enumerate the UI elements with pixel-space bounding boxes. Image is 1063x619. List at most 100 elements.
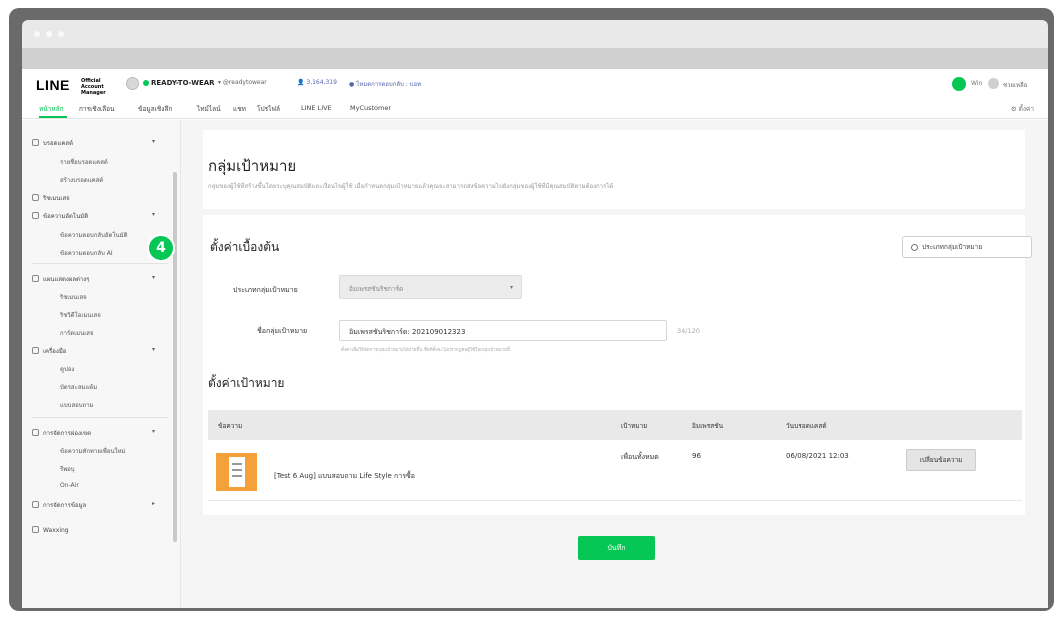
line-logo: LINE — [36, 77, 70, 93]
sidebar-scrollbar[interactable] — [173, 172, 177, 542]
sidebar-item-label: การจัดการผ่องเขต — [43, 430, 91, 437]
window-dot-maximize[interactable] — [58, 31, 64, 37]
target-name-label: ชื่อกลุ่มเป้าหมาย — [257, 327, 308, 335]
chevron-down-icon[interactable]: ▾ — [152, 428, 155, 435]
nav-settings[interactable]: ⚙ ตั้งค่า — [1011, 104, 1034, 114]
sidebar-item-label: ริชเมนเสจ — [43, 195, 70, 202]
main-nav: หน้าหลัก การเชิงเลือน ข้อมูลเชิงลึก ไทม์… — [22, 99, 1048, 119]
nav-profile[interactable]: โปรไฟล์ — [257, 104, 280, 114]
sidebar-item-coupon[interactable]: คูปอง — [60, 364, 74, 374]
clock-icon — [911, 243, 918, 251]
target-type-label: ประเภทกลุ่มเป้าหมาย — [233, 286, 298, 294]
message-thumbnail — [216, 453, 257, 491]
reply-icon — [32, 212, 39, 219]
chevron-down-icon[interactable]: ▾ — [152, 274, 155, 281]
browser-chrome — [22, 20, 1048, 69]
sidebar-item-rich-video[interactable]: ริชวิดีโอเมนเสจ — [60, 310, 101, 320]
target-type-select[interactable]: อิมเพรสชันริชการ์ด ▾ — [339, 275, 522, 299]
sidebar-item-rich-msg[interactable]: ริชเมนเสจ — [60, 292, 87, 302]
sidebar-item-waxxing[interactable]: Waxxing — [32, 526, 69, 534]
nav-active-underline — [39, 116, 67, 118]
page-header-card — [203, 130, 1025, 209]
sidebar-item-label: การจัดการข้อมูล — [43, 502, 87, 509]
sidebar-item-rich-message[interactable]: ริชเมนเสจ — [32, 193, 70, 203]
sidebar-item-on-air[interactable]: On-Air — [60, 482, 79, 489]
row-message: [Test 6 Aug] แบบสอบถาม Life Style การซื้… — [274, 472, 415, 480]
survey-document-icon — [229, 457, 245, 487]
section-target-settings: ตั้งค่าเป้าหมาย — [208, 376, 285, 390]
help-link[interactable]: ช่วยเหลือ — [1003, 80, 1027, 90]
nav-insights[interactable]: ข้อมูลเชิงลึก — [138, 104, 172, 114]
sidebar-item-display[interactable]: แผนแสดงผลต่างๆ — [32, 274, 89, 284]
row-broadcast-date: 06/08/2021 12:03 — [786, 452, 849, 460]
chevron-down-icon: ▾ — [509, 284, 513, 291]
nav-chat[interactable]: แชท — [233, 104, 246, 114]
row-target: เพื่อนทั้งหมด — [621, 453, 659, 461]
broadcast-icon — [32, 139, 39, 146]
follower-count: 👤 3,164,319 — [297, 79, 337, 86]
user-name[interactable]: Win — [971, 80, 982, 87]
target-type-button-label: ประเภทกลุ่มเป้าหมาย — [922, 243, 983, 251]
column-impressions: อิมเพรสชัน — [692, 422, 724, 430]
nav-home[interactable]: หน้าหลัก — [39, 104, 64, 114]
sidebar: บรอดแคสต์ ▾ รายชื่อบรอดแคสต์ สร้างบรอดแค… — [22, 120, 181, 608]
thumbnail-line — [232, 475, 242, 477]
row-impressions: 96 — [692, 452, 701, 460]
chevron-down-icon[interactable]: ▾ — [152, 138, 155, 145]
database-icon — [32, 501, 39, 508]
main-content — [181, 120, 1048, 608]
sidebar-item-card-message[interactable]: การ์ดเมนเสจ — [60, 328, 93, 338]
account-avatar[interactable] — [126, 77, 139, 90]
sidebar-item-tools[interactable]: เครื่องมือ — [32, 346, 66, 356]
top-header: LINE Official Account Manager READY-TO-W… — [22, 69, 1048, 99]
thumbnail-line — [232, 463, 242, 465]
sidebar-item-ai-response[interactable]: ข้อความตอบกลับ AI — [60, 248, 113, 258]
sidebar-item-broadcast[interactable]: บรอดแคสต์ — [32, 138, 73, 148]
account-id-dropdown[interactable]: ▾ @readytowear — [218, 79, 267, 86]
section-basic-settings: ตั้งค่าเบื้องต้น — [210, 240, 280, 254]
column-message: ข้อความ — [218, 422, 243, 430]
nav-promotion[interactable]: การเชิงเลือน — [79, 104, 114, 114]
document-icon — [32, 429, 39, 436]
sidebar-item-broadcast-list[interactable]: รายชื่อบรอดแคสต์ — [60, 157, 108, 167]
thumbnail-line — [232, 469, 242, 471]
sidebar-item-reward-card[interactable]: บัตรสะสมแต้ม — [60, 382, 97, 392]
target-name-input[interactable]: อิมเพรสชันริชการ์ด: 202109012323 — [339, 320, 667, 341]
window-dot-close[interactable] — [34, 31, 40, 37]
sidebar-item-create-broadcast[interactable]: สร้างบรอดแคสต์ — [60, 175, 103, 185]
address-bar — [22, 48, 1048, 69]
chevron-down-icon[interactable]: ▾ — [152, 211, 155, 218]
sidebar-item-report[interactable]: รีพอบุ — [60, 464, 75, 474]
page-title: กลุ่มเป้าหมาย — [208, 157, 297, 175]
sidebar-item-label: ข้อความอัตโนมัติ — [43, 213, 89, 220]
window-controls — [34, 31, 64, 37]
nav-line-live[interactable]: LINE LIVE — [301, 104, 332, 112]
sidebar-item-label: บรอดแคสต์ — [43, 140, 73, 147]
logo-subtitle: Official Account Manager — [81, 78, 106, 96]
user-status-indicator — [952, 77, 966, 91]
nav-mycustomer[interactable]: MyCustomer — [350, 104, 391, 112]
sidebar-item-survey[interactable]: แบบสอบถาม — [60, 400, 94, 410]
sidebar-item-auto-response[interactable]: ข้อความตอบกลับอัตโนมัติ — [60, 230, 128, 240]
chevron-right-icon[interactable]: ▸ — [152, 500, 155, 507]
save-button[interactable]: บันทึก — [578, 536, 655, 560]
plus-box-icon — [32, 275, 39, 282]
sidebar-item-label: แผนแสดงผลต่างๆ — [43, 276, 90, 283]
tools-icon — [32, 347, 39, 354]
chart-icon — [32, 194, 39, 201]
change-message-button[interactable]: เปลี่ยนข้อความ — [906, 449, 976, 471]
target-type-value: อิมเพรสชันริชการ์ด — [349, 285, 404, 293]
response-mode[interactable]: ● โหมดการตอบกลับ : บอท — [349, 79, 421, 89]
account-name[interactable]: READY-TO-WEAR — [151, 79, 215, 87]
table-row[interactable]: [Test 6 Aug] แบบสอบถาม Life Style การซื้… — [208, 441, 1022, 501]
nav-timeline[interactable]: ไทม์ไลน์ — [197, 104, 221, 114]
chevron-down-icon[interactable]: ▾ — [152, 346, 155, 353]
sidebar-item-data-mgmt[interactable]: การจัดการข้อมูล — [32, 500, 86, 510]
target-type-button[interactable]: ประเภทกลุ่มเป้าหมาย — [902, 236, 1032, 258]
help-icon[interactable] — [988, 78, 999, 89]
sidebar-item-account-mgmt[interactable]: การจัดการผ่องเขต — [32, 428, 91, 438]
sidebar-item-auto-reply[interactable]: ข้อความอัตโนมัติ — [32, 211, 88, 221]
window-dot-minimize[interactable] — [46, 31, 52, 37]
column-broadcast-date: วันบรอดแคสต์ — [786, 422, 827, 430]
sidebar-item-greeting[interactable]: ข้อความทักทายเพื่อนใหม่ — [60, 446, 125, 456]
